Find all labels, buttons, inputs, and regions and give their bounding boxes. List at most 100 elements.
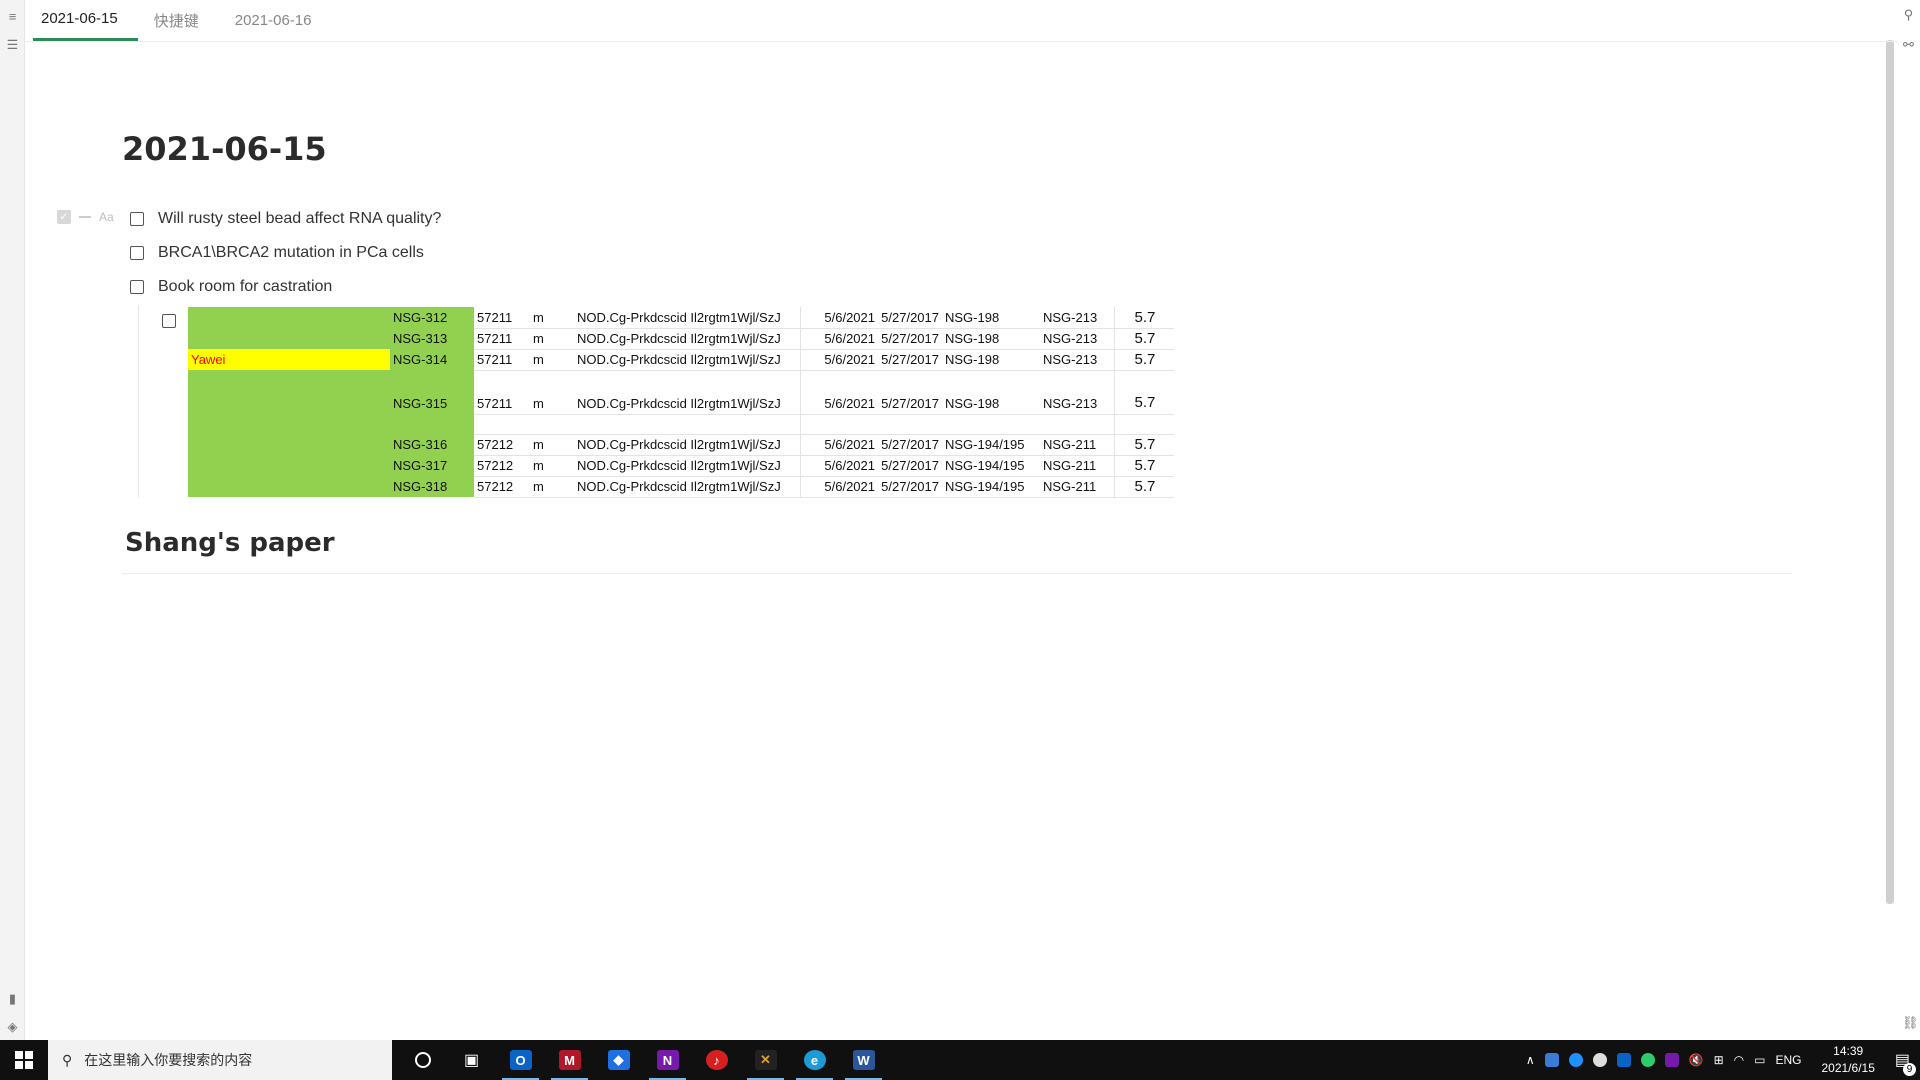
local-graph-icon[interactable]: ⚯ bbox=[1902, 38, 1915, 51]
table-cell[interactable]: 57212 bbox=[474, 455, 530, 477]
table-cell[interactable]: NSG-317 bbox=[390, 455, 474, 476]
clock[interactable]: 14:39 2021/6/15 bbox=[1821, 1043, 1874, 1077]
menu-icon[interactable]: ≡ bbox=[6, 10, 19, 23]
table-cell[interactable]: 57211 bbox=[474, 349, 530, 371]
taskbar-app-onenote[interactable]: N bbox=[643, 1040, 692, 1080]
todo-checkbox[interactable] bbox=[130, 212, 144, 226]
tray-app-icon[interactable] bbox=[1544, 1053, 1559, 1067]
table-cell[interactable]: m bbox=[530, 476, 574, 498]
table-cell[interactable] bbox=[942, 414, 1040, 435]
network-icon[interactable]: ⊞ bbox=[1714, 1053, 1724, 1067]
table-cell[interactable]: NSG-198 bbox=[942, 307, 1040, 329]
table-cell[interactable] bbox=[188, 328, 390, 349]
table-cell[interactable]: 57212 bbox=[474, 476, 530, 498]
table-cell[interactable]: 57211 bbox=[474, 307, 530, 329]
table-cell[interactable]: NSG-213 bbox=[1040, 370, 1115, 415]
table-cell[interactable]: m bbox=[530, 328, 574, 350]
table-cell[interactable]: NSG-194/195 bbox=[942, 455, 1040, 477]
todo-item[interactable]: Book room for castration bbox=[130, 278, 332, 296]
taskbar-search[interactable]: ⚲ 在这里输入你要搜索的内容 bbox=[48, 1040, 392, 1080]
table-cell[interactable]: m bbox=[530, 370, 574, 415]
table-cell[interactable]: m bbox=[530, 349, 574, 371]
table-cell-highlighted[interactable]: Yawei bbox=[188, 349, 390, 370]
table-cell[interactable]: NSG-315 bbox=[390, 370, 474, 414]
todo-toggle-icon[interactable]: ✓ bbox=[57, 210, 71, 224]
table-cell[interactable]: 5/27/2017 bbox=[878, 328, 942, 350]
table-cell[interactable]: 5.7 bbox=[1114, 476, 1174, 498]
table-cell[interactable]: NSG-213 bbox=[1040, 349, 1115, 371]
cortana-icon[interactable] bbox=[398, 1040, 447, 1080]
table-cell[interactable]: NSG-314 bbox=[390, 349, 474, 370]
table-cell[interactable]: NSG-198 bbox=[942, 370, 1040, 415]
table-cell[interactable] bbox=[188, 370, 390, 414]
table-cell[interactable]: 5.7 bbox=[1114, 307, 1174, 329]
nested-todo-checkbox[interactable] bbox=[162, 314, 176, 328]
taskbar-app-word[interactable]: W bbox=[839, 1040, 888, 1080]
table-cell[interactable]: 5/27/2017 bbox=[878, 349, 942, 371]
table-cell[interactable] bbox=[1114, 414, 1174, 435]
tab-shortcuts[interactable]: 快捷键 bbox=[146, 0, 219, 41]
table-cell[interactable]: NSG-316 bbox=[390, 434, 474, 455]
mute-icon[interactable]: 🔇 bbox=[1689, 1053, 1704, 1067]
table-cell[interactable]: NOD.Cg-Prkdcscid Il2rgtm1Wjl/SzJ bbox=[574, 349, 801, 371]
tag-icon[interactable]: ◈ bbox=[6, 1020, 19, 1033]
table-cell[interactable] bbox=[878, 414, 942, 435]
table-cell[interactable]: NOD.Cg-Prkdcscid Il2rgtm1Wjl/SzJ bbox=[574, 455, 801, 477]
table-cell[interactable] bbox=[1040, 414, 1115, 435]
onenote-tray-icon[interactable] bbox=[1664, 1053, 1679, 1067]
show-hidden-icons-icon[interactable]: ∧ bbox=[1526, 1053, 1535, 1067]
outlook-tray-icon[interactable] bbox=[1616, 1053, 1631, 1067]
pasted-table[interactable]: NSG-312 57211 m NOD.Cg-Prkdcscid Il2rgtm… bbox=[188, 307, 1174, 498]
table-cell[interactable]: 57211 bbox=[474, 370, 530, 415]
taskbar-app-tools[interactable]: ✕ bbox=[741, 1040, 790, 1080]
start-button[interactable] bbox=[0, 1040, 48, 1080]
taskbar-app-edge[interactable]: e bbox=[790, 1040, 839, 1080]
todo-text[interactable]: BRCA1\BRCA2 mutation in PCa cells bbox=[158, 244, 424, 262]
table-cell[interactable]: NOD.Cg-Prkdcscid Il2rgtm1Wjl/SzJ bbox=[574, 476, 801, 498]
table-cell[interactable]: NSG-312 bbox=[390, 307, 474, 328]
link-icon[interactable]: ⛓ bbox=[1902, 1016, 1919, 1029]
table-cell[interactable] bbox=[188, 434, 390, 455]
tab-2021-06-16[interactable]: 2021-06-16 bbox=[227, 0, 332, 41]
table-cell[interactable]: 5.7 bbox=[1114, 434, 1174, 456]
table-cell[interactable] bbox=[390, 414, 474, 434]
table-cell[interactable]: NSG-194/195 bbox=[942, 434, 1040, 456]
table-cell[interactable]: m bbox=[530, 455, 574, 477]
table-cell[interactable]: NSG-211 bbox=[1040, 434, 1115, 456]
task-view-icon[interactable]: ▣ bbox=[447, 1040, 496, 1080]
battery-icon[interactable]: ▭ bbox=[1754, 1053, 1765, 1067]
table-cell[interactable] bbox=[474, 414, 530, 435]
page-title[interactable]: 2021-06-15 bbox=[122, 130, 327, 168]
table-cell[interactable]: 57211 bbox=[474, 328, 530, 350]
table-cell[interactable]: NOD.Cg-Prkdcscid Il2rgtm1Wjl/SzJ bbox=[574, 328, 801, 350]
todo-text[interactable]: Book room for castration bbox=[158, 278, 332, 296]
table-cell[interactable] bbox=[188, 414, 390, 434]
divider-icon[interactable] bbox=[79, 216, 91, 218]
table-cell[interactable] bbox=[574, 414, 801, 435]
table-cell[interactable]: NOD.Cg-Prkdcscid Il2rgtm1Wjl/SzJ bbox=[574, 370, 801, 415]
table-cell[interactable] bbox=[188, 455, 390, 476]
table-cell[interactable]: NSG-211 bbox=[1040, 455, 1115, 477]
table-cell[interactable]: NSG-194/195 bbox=[942, 476, 1040, 498]
todo-checkbox[interactable] bbox=[130, 280, 144, 294]
text-format-icon[interactable]: Aa bbox=[99, 210, 114, 224]
wifi-icon[interactable]: ◠ bbox=[1734, 1053, 1744, 1067]
taskbar-app-music[interactable]: ♪ bbox=[692, 1040, 741, 1080]
table-cell[interactable]: 5/6/2021 bbox=[800, 328, 878, 350]
table-cell[interactable]: NSG-198 bbox=[942, 349, 1040, 371]
table-cell[interactable]: m bbox=[530, 434, 574, 456]
table-cell[interactable]: 5/27/2017 bbox=[878, 455, 942, 477]
table-cell[interactable]: 5.7 bbox=[1114, 349, 1174, 371]
table-cell[interactable] bbox=[188, 476, 390, 497]
todo-item[interactable]: Will rusty steel bead affect RNA quality… bbox=[130, 210, 441, 228]
cloud-icon[interactable] bbox=[1592, 1053, 1607, 1067]
table-cell[interactable]: NSG-313 bbox=[390, 328, 474, 349]
table-cell[interactable]: 57212 bbox=[474, 434, 530, 456]
table-cell[interactable]: m bbox=[530, 307, 574, 329]
table-cell[interactable]: 5/6/2021 bbox=[800, 434, 878, 456]
todo-item[interactable]: BRCA1\BRCA2 mutation in PCa cells bbox=[130, 244, 424, 262]
table-cell[interactable]: NSG-211 bbox=[1040, 476, 1115, 498]
table-cell[interactable]: NSG-213 bbox=[1040, 328, 1115, 350]
table-cell[interactable]: NSG-213 bbox=[1040, 307, 1115, 329]
table-cell[interactable]: 5/27/2017 bbox=[878, 434, 942, 456]
